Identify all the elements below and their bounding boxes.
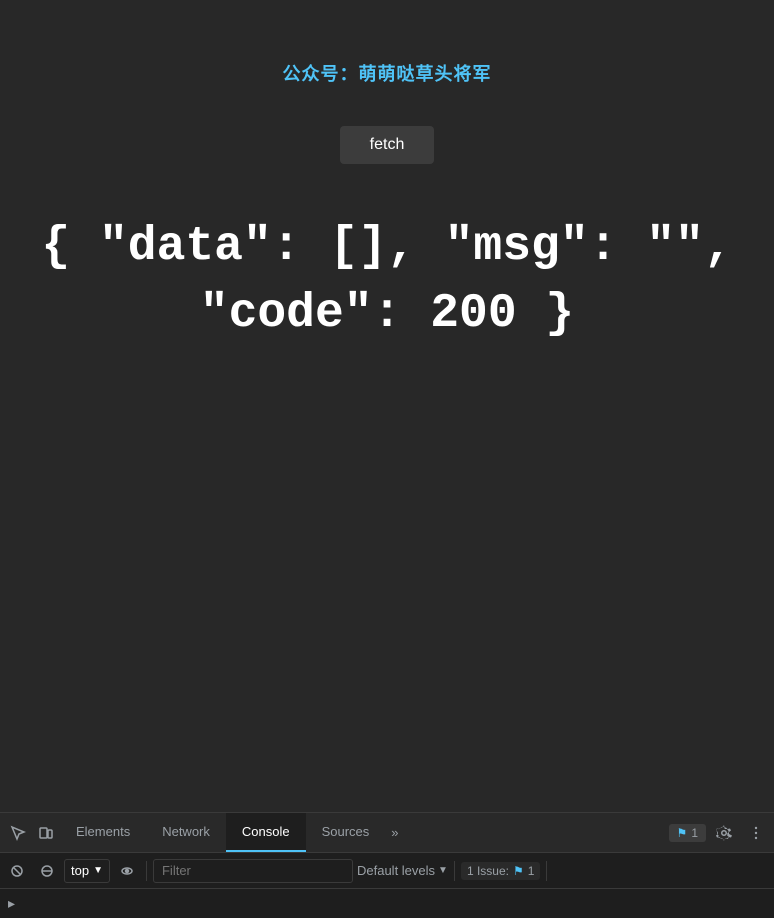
json-line2: "code": 200 } bbox=[41, 281, 732, 348]
issue-badge-count: 1 bbox=[691, 826, 698, 840]
wechat-name: 萌萌哒草头将军 bbox=[359, 64, 492, 84]
more-tabs-button[interactable]: » bbox=[385, 813, 404, 852]
devtools-toolbar: Elements Network Console Sources » ⚑ 1 bbox=[0, 813, 774, 853]
badge-flag-icon: ⚑ bbox=[677, 826, 688, 840]
wechat-prefix: 公众号： bbox=[283, 64, 359, 84]
tab-console[interactable]: Console bbox=[226, 813, 306, 852]
issue-flag-icon: ⚑ bbox=[513, 864, 524, 878]
default-levels-label: Default levels bbox=[357, 863, 435, 878]
eye-icon[interactable] bbox=[114, 858, 140, 884]
more-options-icon[interactable] bbox=[742, 819, 770, 847]
more-tabs-icon: » bbox=[391, 825, 398, 840]
context-dropdown-icon: ▼ bbox=[93, 865, 103, 876]
issue-num: 1 bbox=[528, 864, 535, 878]
fetch-button[interactable]: fetch bbox=[340, 126, 435, 164]
inspect-element-icon[interactable] bbox=[4, 819, 32, 847]
tab-elements[interactable]: Elements bbox=[60, 813, 146, 852]
issue-text: 1 Issue: bbox=[467, 864, 509, 878]
wechat-label: 公众号：萌萌哒草头将军 bbox=[283, 60, 492, 86]
device-toolbar-icon[interactable] bbox=[32, 819, 60, 847]
separator bbox=[146, 861, 147, 881]
separator3 bbox=[546, 861, 547, 881]
console-bar: top ▼ Default levels ▼ 1 Issue: ⚑ 1 bbox=[0, 853, 774, 889]
toolbar-right: ⚑ 1 bbox=[669, 819, 770, 847]
tab-sources[interactable]: Sources bbox=[306, 813, 386, 852]
context-label: top bbox=[71, 863, 89, 878]
issue-badge[interactable]: ⚑ 1 bbox=[669, 824, 706, 842]
console-prompt[interactable]: ▸ bbox=[8, 895, 15, 912]
tab-network[interactable]: Network bbox=[146, 813, 226, 852]
devtools-tabs: Elements Network Console Sources » bbox=[60, 813, 669, 852]
context-selector[interactable]: top ▼ bbox=[64, 859, 110, 883]
console-content: ▸ bbox=[0, 889, 774, 918]
settings-icon[interactable] bbox=[710, 819, 738, 847]
block-requests-icon[interactable] bbox=[34, 858, 60, 884]
default-levels-icon: ▼ bbox=[438, 865, 448, 876]
json-line1: { "data": [], "msg": "", bbox=[41, 214, 732, 281]
separator2 bbox=[454, 861, 455, 881]
browser-content: 公众号：萌萌哒草头将军 fetch { "data": [], "msg": "… bbox=[0, 0, 774, 812]
devtools-panel: Elements Network Console Sources » ⚑ 1 bbox=[0, 812, 774, 918]
default-levels-dropdown[interactable]: Default levels ▼ bbox=[357, 863, 448, 878]
console-issue-count[interactable]: 1 Issue: ⚑ 1 bbox=[461, 862, 540, 880]
filter-input[interactable] bbox=[153, 859, 353, 883]
clear-console-icon[interactable] bbox=[4, 858, 30, 884]
json-output: { "data": [], "msg": "", "code": 200 } bbox=[21, 214, 752, 348]
